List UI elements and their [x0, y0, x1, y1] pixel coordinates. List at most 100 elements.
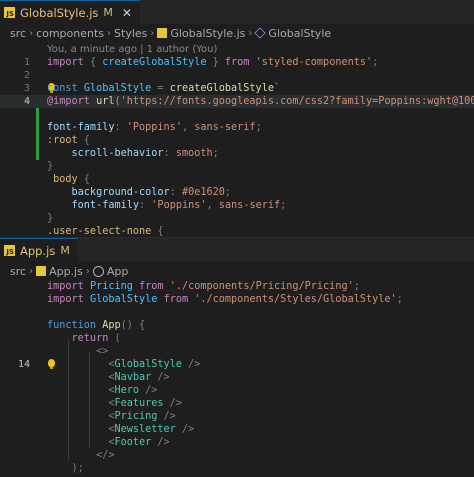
- code-line[interactable]: import Pricing from './components/Pricin…: [0, 280, 474, 293]
- code-line[interactable]: <Footer />: [0, 436, 474, 449]
- code-token: {: [151, 226, 164, 237]
- code-line[interactable]: <Features />: [0, 397, 474, 410]
- code-token: <: [47, 437, 115, 448]
- chevron-right-icon: ›: [248, 27, 253, 39]
- breadcrumb: src › components › Styles › GlobalStyle.…: [0, 24, 474, 42]
- code-text: <GlobalStyle />: [47, 358, 200, 371]
- code-token: ;: [280, 200, 287, 211]
- code-token: './components/Pricing/Pricing': [169, 281, 354, 292]
- chevron-right-icon: ›: [29, 27, 34, 39]
- code-token: (: [108, 333, 121, 344]
- code-token: <: [47, 372, 115, 383]
- code-token: =: [151, 83, 170, 94]
- code-token: GlobalStyle: [114, 359, 182, 370]
- code-token: scroll-behavior: [47, 148, 164, 159]
- code-line[interactable]: .user-select-none {: [0, 225, 474, 237]
- code-token: url: [96, 96, 115, 107]
- code-text: @import url('https://fonts.googleapis.co…: [47, 95, 474, 108]
- tab-filename: GlobalStyle.js: [20, 5, 99, 20]
- code-token: ;: [372, 57, 379, 68]
- code-text: import GlobalStyle from './components/St…: [47, 293, 403, 306]
- code-text: <Features />: [47, 397, 182, 410]
- tab-globalstyle-js[interactable]: JS GlobalStyle.js M ✕: [0, 0, 140, 24]
- tab-filename: App.js: [20, 243, 56, 258]
- code-line[interactable]: scroll-behavior: smooth;: [0, 147, 474, 160]
- modified-badge: M: [60, 244, 70, 257]
- code-text: <>: [47, 345, 108, 358]
- tab-app-js[interactable]: JS App.js M: [0, 238, 78, 262]
- code-text: );: [47, 462, 84, 475]
- code-token: Pricing: [89, 281, 133, 292]
- code-area[interactable]: 1 import { createGlobalStyle } from 'styl…: [0, 56, 474, 237]
- code-line[interactable]: 2: [0, 69, 474, 82]
- close-icon[interactable]: ✕: [122, 6, 132, 20]
- code-token: import: [47, 57, 84, 68]
- line-number: 4: [23, 96, 30, 107]
- code-line[interactable]: :root {: [0, 134, 474, 147]
- code-line[interactable]: }: [0, 212, 474, 225]
- breadcrumb-item[interactable]: Styles: [114, 27, 147, 40]
- breadcrumb-item[interactable]: App: [107, 265, 129, 278]
- code-token: <: [47, 359, 115, 370]
- code-line[interactable]: import GlobalStyle from './components/St…: [0, 293, 474, 306]
- code-line[interactable]: 1 import { createGlobalStyle } from 'styl…: [0, 56, 474, 69]
- chevron-right-icon: ›: [29, 265, 34, 277]
- code-line[interactable]: background-color: #0e1620;: [0, 186, 474, 199]
- code-line[interactable]: 3 const GlobalStyle = createGlobalStyle`: [0, 82, 474, 95]
- code-line[interactable]: font-family: 'Poppins', sans-serif;: [0, 199, 474, 212]
- code-token: :: [163, 148, 176, 159]
- code-area[interactable]: import Pricing from './components/Pricin…: [0, 280, 474, 475]
- code-line[interactable]: </>: [0, 449, 474, 462]
- tab-bar: JS App.js M: [0, 238, 474, 262]
- code-line[interactable]: body {: [0, 173, 474, 186]
- code-line[interactable]: [0, 108, 474, 121]
- code-line[interactable]: <Pricing />: [0, 410, 474, 423]
- code-line[interactable]: <>: [0, 345, 474, 358]
- code-line[interactable]: <Newsletter />: [0, 423, 474, 436]
- code-line[interactable]: 4 @import url('https://fonts.googleapis.c…: [0, 95, 474, 108]
- code-line[interactable]: font-family: 'Poppins', sans-serif;: [0, 121, 474, 134]
- code-text: <Navbar />: [47, 371, 170, 384]
- chevron-right-icon: ›: [85, 265, 90, 277]
- code-token: body: [47, 174, 78, 185]
- code-token: Newsletter: [114, 424, 176, 435]
- code-text: :root {: [47, 134, 90, 147]
- code-token: />: [151, 372, 170, 383]
- code-line[interactable]: 14 <GlobalStyle />: [0, 358, 474, 371]
- code-line[interactable]: );: [0, 462, 474, 475]
- editor-pane-top: JS GlobalStyle.js M ✕ src › components ›…: [0, 0, 474, 237]
- code-token: <: [47, 385, 115, 396]
- variable-icon: [254, 27, 267, 39]
- js-file-icon: [36, 266, 47, 276]
- code-line[interactable]: <Navbar />: [0, 371, 474, 384]
- tab-bar: JS GlobalStyle.js M ✕: [0, 0, 474, 24]
- code-token: ;: [255, 122, 262, 133]
- breadcrumb-item[interactable]: GlobalStyle: [268, 27, 331, 40]
- code-token: .user-select-none: [47, 226, 152, 237]
- code-token: <: [47, 398, 115, 409]
- js-file-icon: JS: [4, 245, 15, 256]
- code-line[interactable]: function App() {: [0, 319, 474, 332]
- code-token: #0e1620: [181, 187, 225, 198]
- code-line[interactable]: return (: [0, 332, 474, 345]
- breadcrumb-item[interactable]: src: [10, 265, 26, 278]
- breadcrumb-item[interactable]: GlobalStyle.js: [170, 27, 245, 40]
- code-token: const: [47, 83, 78, 94]
- code-token: :root: [47, 135, 78, 146]
- code-token: App: [102, 320, 121, 331]
- code-line[interactable]: <Hero />: [0, 384, 474, 397]
- code-token: ;: [396, 294, 403, 305]
- codelens-blame[interactable]: You, a minute ago | 1 author (You): [0, 42, 474, 56]
- breadcrumb-item[interactable]: src: [10, 27, 26, 40]
- breadcrumb-item[interactable]: components: [36, 27, 104, 40]
- code-line[interactable]: }: [0, 160, 474, 173]
- breadcrumb-item[interactable]: App.js: [49, 265, 83, 278]
- code-text: scroll-behavior: smooth;: [47, 147, 219, 160]
- code-line[interactable]: [0, 306, 474, 319]
- code-text: <Newsletter />: [47, 423, 194, 436]
- code-token: from: [163, 294, 189, 305]
- code-text: return (: [47, 332, 121, 345]
- code-token: function: [47, 320, 97, 331]
- code-token: import: [47, 294, 84, 305]
- code-text: function App() {: [47, 319, 145, 332]
